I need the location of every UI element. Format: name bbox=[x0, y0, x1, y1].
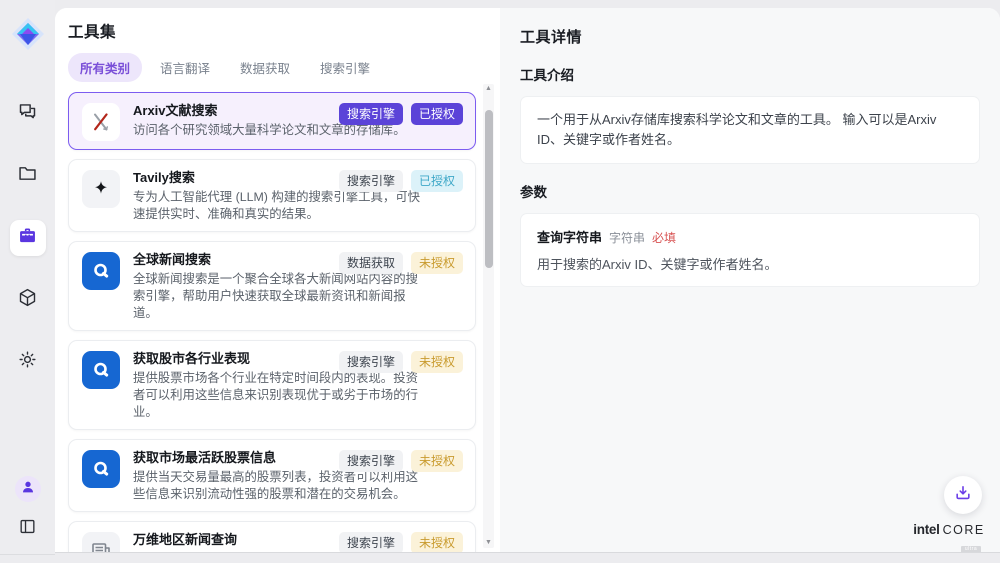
auth-status-badge: 已授权 bbox=[411, 170, 463, 192]
panel-layout-icon bbox=[18, 517, 37, 541]
chat-icon bbox=[17, 101, 38, 127]
sidebar-item-files[interactable] bbox=[10, 158, 46, 194]
tool-card[interactable]: Tavily搜索 专为人工智能代理 (LLM) 构建的搜索引擎工具，可快速提供实… bbox=[68, 159, 476, 232]
main-window: 工具集 所有类别语言翻译数据获取搜索引擎 Arxiv文献搜索 访问各个研究领域大… bbox=[55, 8, 1000, 553]
scrollbar-down-arrow-icon[interactable]: ▼ bbox=[483, 538, 494, 548]
newspaper-icon bbox=[82, 532, 120, 552]
blue-search-app-icon bbox=[82, 450, 120, 488]
category-badge: 搜索引擎 bbox=[339, 450, 403, 472]
category-badge: 搜索引擎 bbox=[339, 170, 403, 192]
param-type: 字符串 bbox=[609, 229, 645, 246]
list-scrollbar[interactable]: ▲ ▼ bbox=[483, 84, 494, 548]
tool-card-list: Arxiv文献搜索 访问各个研究领域大量科学论文和文章的存储库。 搜索引擎 已授… bbox=[68, 92, 476, 552]
tool-card[interactable]: 获取市场最活跃股票信息 提供当天交易量最高的股票列表，投资者可以利用这些信息来识… bbox=[68, 439, 476, 512]
category-badge: 搜索引擎 bbox=[339, 351, 403, 373]
category-badge: 数据获取 bbox=[339, 252, 403, 274]
tab-0[interactable]: 所有类别 bbox=[68, 53, 142, 82]
arxiv-icon bbox=[82, 103, 120, 141]
param-name: 查询字符串 bbox=[537, 227, 602, 246]
tool-card[interactable]: Arxiv文献搜索 访问各个研究领域大量科学论文和文章的存储库。 搜索引擎 已授… bbox=[68, 92, 476, 150]
tab-2[interactable]: 数据获取 bbox=[228, 53, 302, 82]
tool-card[interactable]: 获取股市各行业表现 提供股票市场各个行业在特定时间段内的表现。投资者可以利用这些… bbox=[68, 340, 476, 430]
param-card: 查询字符串 字符串 必填 用于搜索的Arxiv ID、关键字或作者姓名。 bbox=[520, 213, 980, 287]
param-description: 用于搜索的Arxiv ID、关键字或作者姓名。 bbox=[537, 254, 963, 273]
tool-card[interactable]: 万维地区新闻查询 查询具体行政区划内的新闻，快速了解各地新闻动 搜索引擎 未授权 bbox=[68, 521, 476, 552]
sidebar-item-chat[interactable] bbox=[10, 96, 46, 132]
intel-wordmark: intel bbox=[913, 522, 939, 537]
params-heading: 参数 bbox=[520, 181, 980, 201]
param-required-badge: 必填 bbox=[652, 229, 676, 246]
sidebar-item-plugins[interactable] bbox=[10, 282, 46, 318]
tool-description: 提供当天交易量最高的股票列表，投资者可以利用这些信息来识别流动性强的股票和潜在的… bbox=[133, 469, 425, 503]
detail-title: 工具详情 bbox=[520, 26, 980, 47]
category-badge: 搜索引擎 bbox=[339, 103, 403, 125]
intro-heading: 工具介绍 bbox=[520, 64, 980, 84]
category-badge: 搜索引擎 bbox=[339, 532, 403, 552]
tool-description: 全球新闻搜索是一个聚合全球各大新闻网站内容的搜索引擎，帮助用户快速获取全球最新资… bbox=[133, 271, 425, 322]
cube-icon bbox=[17, 287, 38, 313]
category-tabs: 所有类别语言翻译数据获取搜索引擎 bbox=[68, 53, 476, 82]
tool-description: 专为人工智能代理 (LLM) 构建的搜索引擎工具，可快速提供实时、准确和真实的结… bbox=[133, 189, 425, 223]
page-title: 工具集 bbox=[68, 20, 476, 42]
intel-core-logo: intel CORE ultra bbox=[910, 522, 988, 553]
auth-status-badge: 已授权 bbox=[411, 103, 463, 125]
blue-search-app-icon bbox=[82, 252, 120, 290]
scrollbar-up-arrow-icon[interactable]: ▲ bbox=[483, 84, 494, 94]
gear-icon bbox=[17, 349, 38, 375]
app-logo[interactable] bbox=[8, 14, 48, 54]
folder-icon bbox=[17, 163, 38, 189]
user-avatar-icon bbox=[20, 479, 36, 500]
download-icon bbox=[953, 483, 973, 508]
tab-3[interactable]: 搜索引擎 bbox=[308, 53, 382, 82]
left-icon-rail bbox=[0, 0, 55, 555]
toolbox-icon bbox=[17, 225, 38, 251]
scrollbar-thumb[interactable] bbox=[485, 110, 493, 268]
sidebar-item-tools[interactable] bbox=[10, 220, 46, 256]
sidebar-item-settings[interactable] bbox=[10, 344, 46, 380]
intro-text: 一个用于从Arxiv存储库搜索科学论文和文章的工具。 输入可以是Arxiv ID… bbox=[537, 110, 963, 150]
auth-status-badge: 未授权 bbox=[411, 450, 463, 472]
intro-card: 一个用于从Arxiv存储库搜索科学论文和文章的工具。 输入可以是Arxiv ID… bbox=[520, 96, 980, 164]
ultra-badge: ultra bbox=[961, 546, 981, 553]
tool-list-pane: 工具集 所有类别语言翻译数据获取搜索引擎 Arxiv文献搜索 访问各个研究领域大… bbox=[55, 8, 500, 552]
download-button[interactable] bbox=[944, 476, 982, 514]
blue-search-app-icon bbox=[82, 351, 120, 389]
tool-card[interactable]: 全球新闻搜索 全球新闻搜索是一个聚合全球各大新闻网站内容的搜索引擎，帮助用户快速… bbox=[68, 241, 476, 331]
tool-detail-pane: 工具详情 工具介绍 一个用于从Arxiv存储库搜索科学论文和文章的工具。 输入可… bbox=[500, 8, 1000, 552]
star-spark-icon bbox=[82, 170, 120, 208]
user-avatar[interactable] bbox=[15, 476, 41, 502]
auth-status-badge: 未授权 bbox=[411, 532, 463, 552]
core-wordmark: CORE bbox=[943, 523, 985, 537]
tab-1[interactable]: 语言翻译 bbox=[148, 53, 222, 82]
auth-status-badge: 未授权 bbox=[411, 252, 463, 274]
collapse-sidebar-button[interactable] bbox=[15, 516, 41, 542]
tool-description: 提供股票市场各个行业在特定时间段内的表现。投资者可以利用这些信息来识别表现优于或… bbox=[133, 370, 425, 421]
auth-status-badge: 未授权 bbox=[411, 351, 463, 373]
